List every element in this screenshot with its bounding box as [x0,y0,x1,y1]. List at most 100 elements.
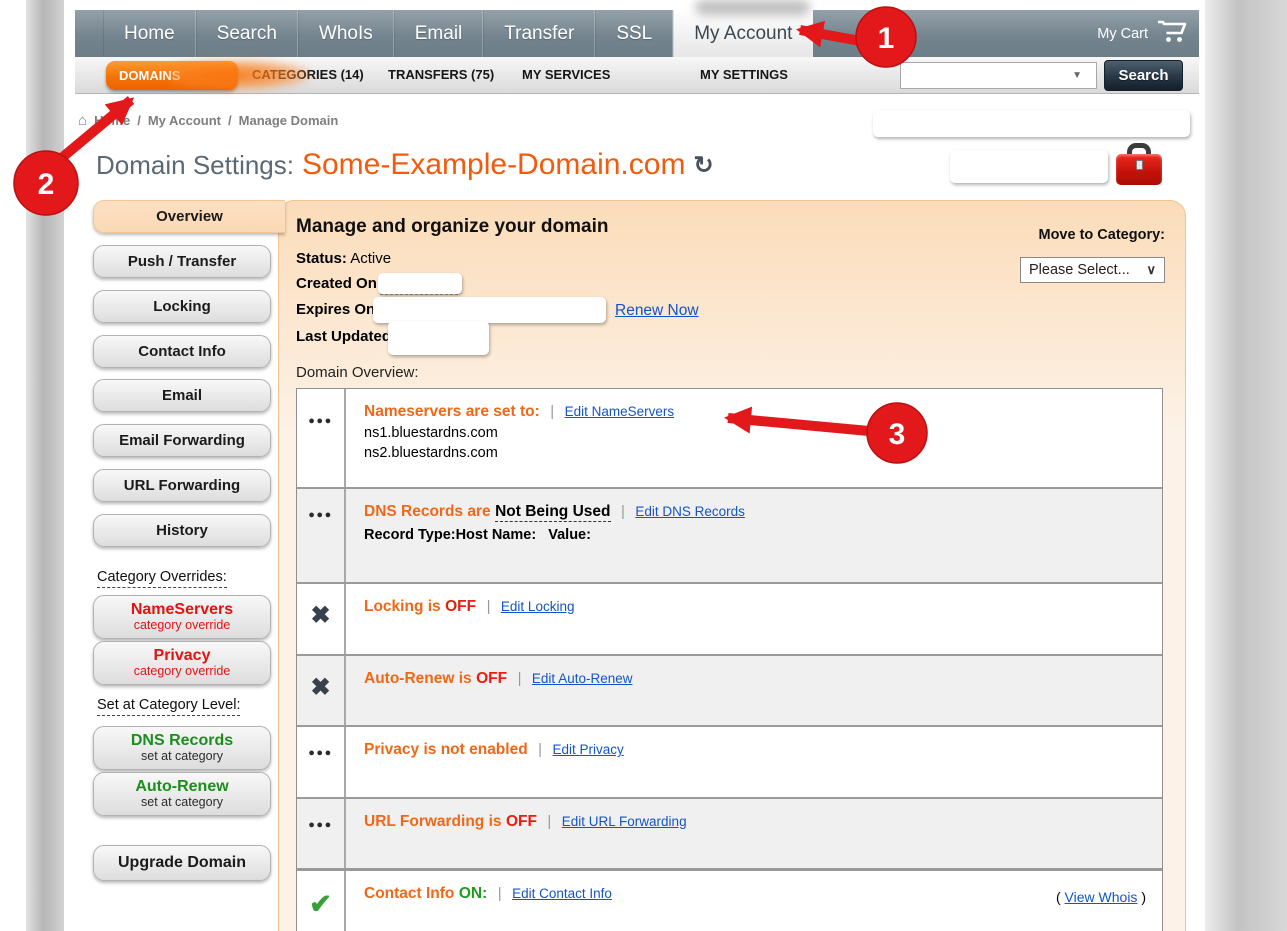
move-to-category-value: Please Select... [1029,262,1130,278]
sidebar-tab-email-forwarding[interactable]: Email Forwarding [93,424,271,457]
edit-privacy-link[interactable]: Edit Privacy [553,742,624,757]
nav-tab-email[interactable]: Email [394,10,484,57]
sidebar-tab-history[interactable]: History [93,514,271,547]
set-at-category-heading: Set at Category Level: [97,697,240,713]
home-icon: ⌂ [78,112,87,129]
separator: | [547,813,551,830]
edit-dns-records-link[interactable]: Edit DNS Records [635,504,745,519]
toolbox-icon[interactable] [1116,143,1162,186]
locking-title: Locking is [364,598,441,615]
dashed-underline [380,294,458,295]
nav-tab-my-account[interactable]: My Account [673,10,813,57]
my-cart-label: My Cart [1097,26,1148,42]
locking-status: OFF [445,598,476,615]
nav-tab-home[interactable]: Home [103,10,196,57]
row-icon-cell: ✔ [297,871,346,931]
auto-renew-category-title: Auto-Renew [135,779,228,796]
row-content: Contact Info ON: | Edit Contact Info [346,871,1162,931]
paren-open: ( [1056,889,1061,905]
view-whois-link[interactable]: View Whois [1065,889,1138,905]
created-on-label: Created On: [296,275,382,292]
subnav-item-transfers[interactable]: TRANSFERS (75) [388,57,494,93]
sidebar-button-dns-records-category[interactable]: DNS Records set at category [93,726,271,770]
dots-icon: ●●● [308,415,332,427]
overview-row-url-forwarding: ●●● URL Forwarding is OFF | Edit URL For… [297,799,1162,870]
overview-row-nameservers: ●●● Nameservers are set to: | Edit NameS… [297,389,1162,489]
privacy-title: Privacy is not enabled [364,741,528,758]
created-on-line: Created On: [296,275,382,292]
redacted-field [873,110,1190,137]
nav-tab-search[interactable]: Search [196,10,298,57]
refresh-icon[interactable]: ↻ [693,151,713,180]
redacted-created-date [378,273,462,294]
separator: | [538,741,542,758]
renew-now-link[interactable]: Renew Now [615,302,699,320]
breadcrumb-manage-domain: Manage Domain [239,113,339,128]
subnav-item-domains[interactable]: DOMAINS [106,61,238,90]
nameserver-2: ns2.bluestardns.com [364,445,1146,461]
edit-url-forwarding-link[interactable]: Edit URL Forwarding [562,814,687,829]
search-button[interactable]: Search [1104,60,1183,91]
page: Home Search WhoIs Email Transfer SSL My … [0,0,1287,931]
separator: | [550,403,554,420]
domain-overview-label: Domain Overview: [296,364,419,381]
dns-record-columns: Record Type:Host Name: Value: [364,527,1146,543]
expires-on-label: Expires On [296,301,375,318]
right-gray-band [1205,0,1287,931]
x-icon: ✖ [310,604,330,628]
move-to-category-label: Move to Category: [1018,227,1165,243]
auto-renew-status: OFF [476,670,507,687]
page-title-domain: Some-Example-Domain.com [302,148,685,182]
domain-search-combobox[interactable]: ▼ [900,62,1097,89]
nav-tab-whois[interactable]: WhoIs [298,10,394,57]
manage-domain-heading: Manage and organize your domain [296,216,609,238]
page-title-prefix: Domain Settings: [96,150,294,181]
sidebar-tab-contact-info[interactable]: Contact Info [93,335,271,368]
overview-row-contact-info: ✔ Contact Info ON: | Edit Contact Info (… [297,870,1162,931]
redaction-blur-top [695,0,810,15]
sidebar-tab-overview[interactable]: Overview [93,200,285,233]
separator: | [487,598,491,615]
edit-auto-renew-link[interactable]: Edit Auto-Renew [532,671,633,686]
sub-navigation: DOMAINS CATEGORIES (14) TRANSFERS (75) M… [75,57,1199,94]
breadcrumb-home[interactable]: Home [94,113,130,128]
subnav-item-categories[interactable]: CATEGORIES (14) [252,57,364,93]
row-content: Auto-Renew is OFF | Edit Auto-Renew [346,656,1162,725]
my-cart-button[interactable]: My Cart [1097,10,1187,57]
check-icon: ✔ [309,891,332,918]
dns-records-status: Not Being Used [495,503,610,522]
dns-records-title: DNS Records are [364,503,491,520]
status-line: Status: Active [296,250,391,267]
x-icon: ✖ [310,676,330,700]
subnav-item-my-settings[interactable]: MY SETTINGS [700,57,788,93]
separator: | [498,885,502,902]
sidebar-button-auto-renew-category[interactable]: Auto-Renew set at category [93,772,271,816]
sidebar-tab-push-transfer[interactable]: Push / Transfer [93,245,271,278]
sidebar-button-nameservers-override[interactable]: NameServers category override [93,595,271,639]
view-whois-wrap: ( View Whois ) [1056,889,1146,905]
sidebar-tab-email[interactable]: Email [93,379,271,412]
paren-close: ) [1141,889,1146,905]
url-forwarding-title: URL Forwarding is [364,813,502,830]
separator: | [518,670,522,687]
edit-contact-info-link[interactable]: Edit Contact Info [512,886,612,901]
overview-row-locking: ✖ Locking is OFF | Edit Locking [297,584,1162,656]
breadcrumb-my-account[interactable]: My Account [148,113,221,128]
row-icon-cell: ●●● [297,389,346,487]
privacy-override-title: Privacy [154,648,211,665]
sidebar-button-privacy-override[interactable]: Privacy category override [93,641,271,685]
edit-nameservers-link[interactable]: Edit NameServers [565,404,675,419]
nav-tab-transfer[interactable]: Transfer [483,10,595,57]
nav-tab-ssl[interactable]: SSL [595,10,673,57]
row-icon-cell: ✖ [297,584,346,654]
subnav-item-my-services[interactable]: MY SERVICES [522,57,610,93]
sidebar-tab-locking[interactable]: Locking [93,290,271,323]
category-overrides-heading: Category Overrides: [97,569,227,585]
edit-locking-link[interactable]: Edit Locking [501,599,575,614]
row-icon-cell: ✖ [297,656,346,725]
privacy-override-sub: category override [134,665,231,678]
sidebar-tab-url-forwarding[interactable]: URL Forwarding [93,469,271,502]
dots-icon: ●●● [308,509,332,521]
sidebar-button-upgrade-domain[interactable]: Upgrade Domain [93,845,271,881]
move-to-category-select[interactable]: Please Select... ∨ [1020,257,1165,283]
